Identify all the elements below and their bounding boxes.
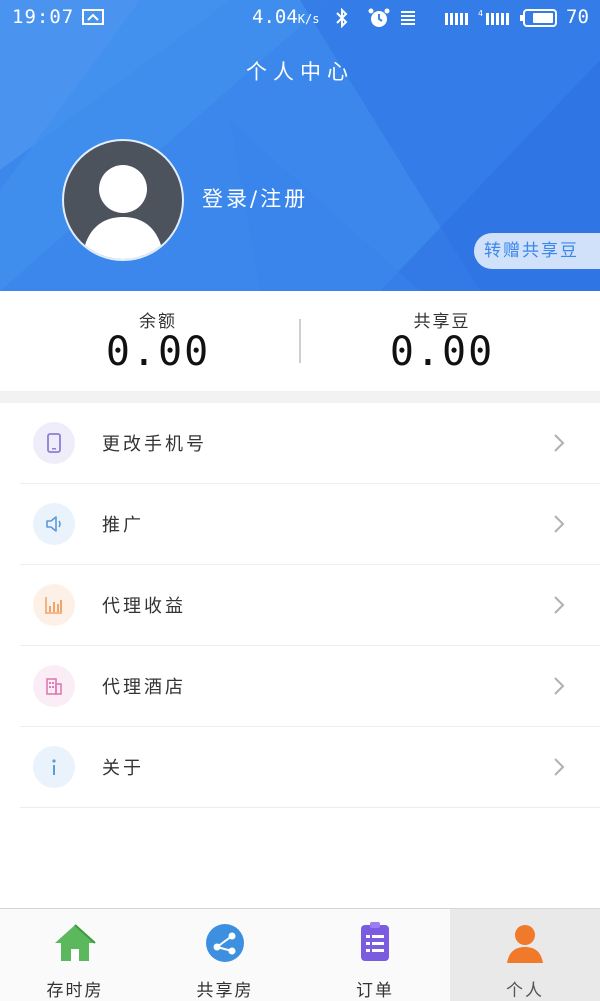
chevron-right-icon [554,596,565,614]
notification-list-icon [401,11,415,25]
default-avatar-icon [82,165,164,259]
beans-value: 0.00 [389,329,495,375]
tab-hourly-room[interactable]: 存时房 [0,909,150,1001]
menu-item-agent-earnings[interactable]: 代理收益 [0,565,600,646]
bluetooth-icon [336,8,348,28]
tab-orders[interactable]: 订单 [300,909,450,1001]
balance-value: 0.00 [105,329,211,375]
login-register-link[interactable]: 登录/注册 [202,183,308,213]
network-speed-value: 4.04 [252,6,298,28]
bar-chart-icon [45,597,62,614]
building-icon [46,678,62,695]
page-title: 个人中心 [246,60,354,84]
menu-icon-bg [33,422,75,464]
avatar[interactable] [64,141,182,259]
profile-header: 19:07 4.04K/s 4 70 个人中心 登录/注册 转赠共享豆 [0,0,600,291]
menu-item-about[interactable]: 关于 [0,727,600,808]
house-icon [55,924,96,961]
tab-label: 订单 [356,981,394,1001]
network-speed-unit: K/s [297,12,320,26]
tab-shared-room[interactable]: 共享房 [150,909,300,1001]
bottom-tab-bar: 存时房 共享房 订单 个人 [0,908,600,1001]
menu-item-label: 推广 [102,515,144,536]
menu-item-label: 更改手机号 [102,434,207,455]
balance-panel: 余额 0.00 共享豆 0.00 [0,291,600,391]
beans-section[interactable]: 共享豆 0.00 [292,291,592,391]
tab-label: 存时房 [46,981,104,1001]
person-icon [507,925,543,963]
menu-icon-bg [33,584,75,626]
network-speed: 4.04K/s [252,6,319,28]
battery-level: 70 [566,6,589,28]
info-icon [52,759,56,775]
tab-label: 个人 [506,981,544,1001]
menu-item-agent-hotel[interactable]: 代理酒店 [0,646,600,727]
section-gap [0,391,600,403]
signal-4g-icon: 4 [478,9,509,25]
menu-icon-bg [33,665,75,707]
menu-separator [20,807,600,808]
svg-text:4: 4 [478,9,483,18]
status-time: 19:07 [12,6,75,28]
menu-item-promotion[interactable]: 推广 [0,484,600,565]
speaker-icon [46,516,61,532]
chevron-right-icon [554,677,565,695]
menu-item-label: 代理酒店 [102,677,186,698]
order-list-icon [361,922,389,961]
tab-personal[interactable]: 个人 [450,909,600,1001]
menu-item-label: 关于 [102,758,144,779]
balance-section[interactable]: 余额 0.00 [8,291,308,391]
tab-label: 共享房 [196,981,254,1001]
phone-icon [47,433,61,453]
menu-item-label: 代理收益 [102,596,186,617]
chevron-right-icon [554,758,565,776]
signal-icon [445,13,468,25]
share-globe-icon [206,924,244,962]
battery-icon [520,9,557,27]
menu-item-change-phone[interactable]: 更改手机号 [0,403,600,484]
alarm-icon [368,8,390,27]
menu-icon-bg [33,503,75,545]
message-icon [82,9,104,25]
settings-menu: 更改手机号 推广 代理收益 代理酒店 关于 [0,403,600,808]
chevron-right-icon [554,515,565,533]
gift-beans-button[interactable]: 转赠共享豆 [474,233,600,269]
chevron-right-icon [554,434,565,452]
menu-icon-bg [33,746,75,788]
status-bar: 19:07 4.04K/s 4 70 [0,0,600,36]
